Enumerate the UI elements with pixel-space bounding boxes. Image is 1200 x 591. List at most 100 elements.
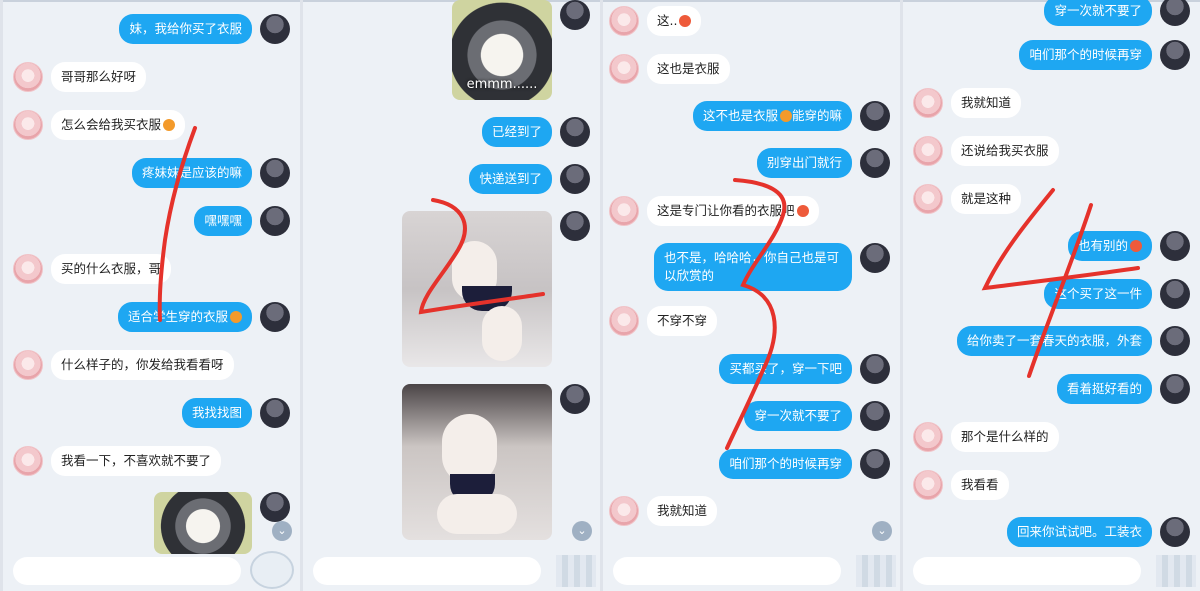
message-bubble[interactable]: 嘿嘿嘿 — [194, 206, 252, 236]
avatar[interactable] — [560, 211, 590, 241]
avatar[interactable] — [1160, 326, 1190, 356]
avatar[interactable] — [13, 110, 43, 140]
message-bubble[interactable]: 我看一下，不喜欢就不要了 — [51, 446, 222, 476]
message-bubble[interactable]: 已经到了 — [481, 117, 552, 147]
message-bubble[interactable]: 也有别的 — [1067, 231, 1152, 261]
angry-emoji-icon — [679, 15, 692, 27]
message-bubble[interactable]: 适合学生穿的衣服 — [117, 302, 252, 332]
message-bubble[interactable]: 买都买了，穿一下吧 — [719, 354, 852, 384]
message-row: 我就知道 — [913, 88, 1022, 118]
message-bubble[interactable]: 不穿不穿 — [647, 306, 718, 336]
avatar[interactable] — [13, 62, 43, 92]
avatar[interactable] — [860, 401, 890, 431]
message-bubble[interactable]: 回来你试试吧。工装衣 — [1006, 517, 1152, 547]
message-input[interactable] — [913, 557, 1141, 585]
avatar[interactable] — [860, 148, 890, 178]
message-row — [154, 492, 290, 554]
message-bubble[interactable]: 给你卖了一套春天的衣服，外套 — [956, 326, 1152, 356]
message-bubble[interactable]: 妹，我给你买了衣服 — [119, 14, 252, 44]
message-bubble[interactable]: 这个买了这一件 — [1044, 279, 1152, 309]
message-input[interactable] — [313, 557, 541, 585]
message-bubble[interactable]: 这不也是衣服 能穿的嘛 — [692, 101, 852, 131]
message-bubble[interactable]: 我就知道 — [951, 88, 1022, 118]
send-button[interactable] — [250, 551, 294, 589]
avatar[interactable] — [1160, 0, 1190, 26]
message-bubble[interactable]: 别穿出门就行 — [756, 148, 852, 178]
avatar[interactable] — [13, 350, 43, 380]
message-bubble[interactable]: 这是专门让你看的衣服吧 — [647, 196, 819, 226]
message-input[interactable] — [13, 557, 241, 585]
husky-image[interactable] — [154, 492, 252, 554]
husky-image[interactable]: emmm...... — [452, 0, 552, 100]
message-bubble[interactable]: 穿一次就不要了 — [744, 401, 852, 431]
message-bubble[interactable]: 看着挺好看的 — [1056, 374, 1152, 404]
avatar[interactable] — [609, 306, 639, 336]
message-bubble[interactable]: 疼妹妹是应该的嘛 — [131, 158, 252, 188]
scroll-down-icon[interactable]: ⌄ — [572, 521, 592, 541]
avatar[interactable] — [609, 54, 639, 84]
avatar[interactable] — [560, 117, 590, 147]
message-row: 妹，我给你买了衣服 — [119, 14, 290, 44]
message-bubble[interactable]: 这.. — [647, 6, 702, 36]
avatar[interactable] — [13, 254, 43, 284]
message-bubble[interactable]: 买的什么衣服，哥 — [51, 254, 172, 284]
avatar[interactable] — [260, 492, 290, 522]
message-bubble[interactable]: 快递送到了 — [469, 164, 552, 194]
avatar[interactable] — [913, 422, 943, 452]
send-button[interactable] — [856, 555, 896, 587]
message-bubble[interactable]: 那个是什么样的 — [951, 422, 1059, 452]
clothing-photo[interactable] — [402, 384, 552, 540]
message-bubble[interactable]: 就是这种 — [951, 184, 1022, 214]
scroll-down-icon[interactable]: ⌄ — [272, 521, 292, 541]
avatar[interactable] — [13, 446, 43, 476]
send-button[interactable] — [556, 555, 596, 587]
message-bubble[interactable]: 咱们那个的时候再穿 — [719, 449, 852, 479]
avatar[interactable] — [560, 384, 590, 414]
message-bubble[interactable]: 穿一次就不要了 — [1044, 0, 1152, 26]
avatar[interactable] — [260, 398, 290, 428]
avatar[interactable] — [260, 302, 290, 332]
avatar[interactable] — [260, 14, 290, 44]
message-row: 也不是，哈哈哈，你自己也是可以欣赏的 — [654, 243, 890, 291]
message-bubble[interactable]: 什么样子的，你发给我看看呀 — [51, 350, 234, 380]
avatar[interactable] — [1160, 517, 1190, 547]
avatar[interactable] — [860, 354, 890, 384]
message-row: 买都买了，穿一下吧 — [719, 354, 890, 384]
message-bubble[interactable]: 哥哥那么好呀 — [51, 62, 147, 92]
message-bubble[interactable]: 咱们那个的时候再穿 — [1019, 40, 1152, 70]
avatar[interactable] — [860, 243, 890, 273]
clothing-photo[interactable] — [402, 211, 552, 367]
scroll-down-icon[interactable]: ⌄ — [872, 521, 892, 541]
message-bubble[interactable]: 这也是衣服 — [647, 54, 730, 84]
message-bubble[interactable]: 我看看 — [951, 470, 1009, 500]
message-bubble[interactable]: 也不是，哈哈哈，你自己也是可以欣赏的 — [654, 243, 852, 291]
avatar[interactable] — [609, 496, 639, 526]
avatar[interactable] — [560, 0, 590, 30]
avatar[interactable] — [860, 101, 890, 131]
send-button[interactable] — [1156, 555, 1196, 587]
avatar[interactable] — [1160, 231, 1190, 261]
avatar[interactable] — [913, 470, 943, 500]
avatar[interactable] — [609, 196, 639, 226]
message-bubble[interactable]: 我就知道 — [647, 496, 718, 526]
avatar[interactable] — [1160, 279, 1190, 309]
avatar[interactable] — [913, 184, 943, 214]
message-text: 怎么会给我买衣服 — [61, 117, 162, 132]
message-bubble[interactable]: 怎么会给我买衣服 — [51, 110, 186, 140]
avatar[interactable] — [1160, 374, 1190, 404]
avatar[interactable] — [860, 449, 890, 479]
avatar[interactable] — [609, 6, 639, 36]
avatar[interactable] — [913, 88, 943, 118]
message-bubble[interactable]: 还说给我买衣服 — [951, 136, 1059, 166]
avatar[interactable] — [260, 158, 290, 188]
message-row: 穿一次就不要了 — [744, 401, 890, 431]
message-bubble[interactable]: 我找找图 — [181, 398, 252, 428]
message-row: 这是专门让你看的衣服吧 — [609, 196, 819, 226]
avatar[interactable] — [260, 206, 290, 236]
avatar[interactable] — [560, 164, 590, 194]
avatar[interactable] — [913, 136, 943, 166]
message-text-after: 能穿的嘛 — [791, 108, 842, 123]
avatar[interactable] — [1160, 40, 1190, 70]
message-input[interactable] — [613, 557, 841, 585]
message-row: 快递送到了 — [469, 164, 590, 194]
